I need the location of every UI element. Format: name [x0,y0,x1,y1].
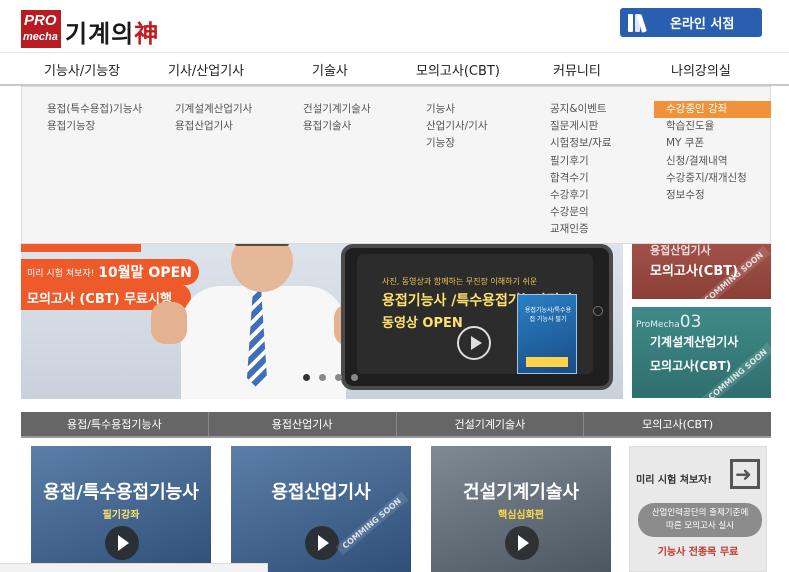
menu-column-engineer: 기계설계산업기사 용접산업기사 [175,101,252,135]
menu-link[interactable]: 용접기술사 [303,118,371,135]
nav-item-craftsman[interactable]: 기능사/기능장 [44,60,120,79]
nav-item-my-classroom[interactable]: 나의강의실 [671,60,731,79]
tab-mock-exam[interactable]: 모의고사(CBT) [584,412,771,436]
bottom-popup-strip [0,563,268,572]
slide-dot[interactable] [319,374,326,381]
slide-indicators [303,374,358,381]
menu-link[interactable]: 신청/결제내역 [654,153,771,170]
course-title: 건설기계기술사 [463,482,579,503]
nav-item-engineer[interactable]: 기사/산업기사 [168,60,244,79]
menu-link[interactable]: 합격수기 [550,170,612,187]
logo-badge: PRO mecha [21,10,61,48]
menu-column-my-classroom: 수강중인 강좌 학습진도율 MY 쿠폰 신청/결제내역 수강중지/재개신청 정보… [654,101,771,204]
category-tabs: 용접/특수용접기능사 용접산업기사 건설기계기술사 모의고사(CBT) [21,412,771,436]
course-card-welding-industrial[interactable]: 용접산업기사 COMMING SOON [231,446,411,572]
promo-card-bottom: 기능사 전종목 무료 [657,547,739,558]
play-icon[interactable] [305,526,339,560]
logo-pro: PRO [24,12,57,29]
textbook-title: 용접기능사/특수용접 기능사 필기 [524,307,572,323]
menu-link[interactable]: 기계설계산업기사 [175,101,252,118]
menu-link[interactable]: 학습진도율 [654,118,771,135]
menu-link[interactable]: 건설기계기술사 [303,101,371,118]
logo-brand: 기계의神 [65,14,159,49]
course-card-construction-machinery[interactable]: 건설기계기술사 핵심심화편 [431,446,611,572]
menu-link[interactable]: 산업기사/기사 [426,118,488,135]
promo-title: 용접산업기사 [650,244,711,257]
menu-column-mock-exam: 기능사 산업기사/기사 기능장 [426,101,488,153]
phone-screen: 사진, 동영상과 함께하는 무진장 이해하기 쉬운 용접기능사 /특수용접기능사… [357,254,593,374]
promo-label: ProMecha03 [636,312,702,332]
menu-link[interactable]: 수강중지/재개신청 [654,170,771,187]
menu-link[interactable]: 기능사 [426,101,488,118]
phone-mockup: 사진, 동영상과 함께하는 무진장 이해하기 쉬운 용접기능사 /특수용접기능사… [341,244,613,390]
promo-mech-design-cbt[interactable]: ProMecha03 기계설계산업기사 모의고사(CBT) COMMING SO… [632,307,771,398]
menu-link[interactable]: 수강문의 [550,204,612,221]
online-store-label: 온라인 서점 [670,17,735,32]
slide-dot[interactable] [335,374,342,381]
menu-link-active[interactable]: 수강중인 강좌 [654,101,771,119]
play-icon[interactable] [105,526,139,560]
promo-card-bubble: 산업인력공단의 출제기준에 따른 모의고사 실시 [638,503,762,537]
slide-dot[interactable] [303,374,310,381]
tab-construction-machinery[interactable]: 건설기계기술사 [397,412,585,436]
tab-welding-craftsman[interactable]: 용접/특수용접기능사 [21,412,209,436]
phone-caption: 사진, 동영상과 함께하는 무진장 이해하기 쉬운 [382,277,538,286]
arrow-exit-icon [730,459,760,489]
bubble-line: 따른 모의고사 실시 [666,521,734,531]
nav-item-professional-engineer[interactable]: 기술사 [312,60,348,79]
nav-item-mock-exam[interactable]: 모의고사(CBT) [416,60,500,79]
mega-menu-dropdown: 용접(특수용접)기능사 용접기능장 기계설계산업기사 용접산업기사 건설기계기술… [21,86,771,244]
menu-link[interactable]: 용접(특수용접)기능사 [47,101,142,118]
menu-link[interactable]: 기능장 [426,135,488,152]
books-icon [628,13,654,33]
menu-link[interactable]: 교재인증 [550,221,612,238]
bubble-line: 산업인력공단의 출제기준에 [651,508,749,518]
menu-column-professional: 건설기계기술사 용접기술사 [303,101,371,135]
menu-link[interactable]: 정보수정 [654,187,771,204]
banner-pill-small: 미리 시험 쳐보자! [27,268,95,279]
promo-card-head: 미리 시험 쳐보자! [636,475,712,486]
site-logo[interactable]: PRO mecha 기계의神 [21,10,171,48]
menu-link[interactable]: 질문게시판 [550,118,612,135]
main-banner[interactable]: 미리 시험 쳐보자! 10월말 OPEN 모의고사 (CBT) 무료시행 사진,… [21,244,623,399]
thumbs-up-icon [151,302,187,344]
menu-link[interactable]: 필기후기 [550,153,612,170]
banner-accent-bar [21,244,141,252]
slide-dot[interactable] [351,374,358,381]
menu-link[interactable]: 시험정보/자료 [550,135,612,152]
promo-title: 기계설계산업기사 [650,335,739,349]
menu-link[interactable]: 용접기능장 [47,118,142,135]
online-store-button[interactable]: 온라인 서점 [620,8,762,37]
menu-column-community: 공지&이벤트 질문게시판 시험정보/자료 필기후기 합격수기 수강후기 수강문의… [550,101,612,239]
tab-welding-industrial[interactable]: 용접산업기사 [209,412,397,436]
course-subtitle: 핵심심화편 [498,510,544,521]
play-icon[interactable] [457,326,491,360]
logo-brand-god: 神 [134,19,160,48]
menu-column-craftsman: 용접(특수용접)기능사 용접기능장 [47,101,142,135]
play-icon[interactable] [505,526,539,560]
course-subtitle: 필기강좌 [102,510,140,521]
course-card-welding-craftsman[interactable]: 용접/특수용접기능사 필기강좌 [31,446,211,572]
logo-mecha: mecha [23,31,58,43]
menu-link[interactable]: 공지&이벤트 [550,101,612,118]
menu-link[interactable]: MY 쿠폰 [654,135,771,152]
promo-subtitle: 모의고사(CBT) [650,359,732,373]
mock-exam-promo-card[interactable]: 미리 시험 쳐보자! 산업인력공단의 출제기준에 따른 모의고사 실시 기능사 … [629,446,767,572]
menu-link[interactable]: 용접산업기사 [175,118,252,135]
course-title: 용접/특수용접기능사 [43,482,199,503]
logo-brand-main: 기계의 [65,19,135,48]
main-nav: 기능사/기능장 기사/산업기사 기술사 모의고사(CBT) 커뮤니티 나의강의실 [0,52,789,86]
menu-link[interactable]: 수강후기 [550,187,612,204]
phone-home-button [593,306,603,316]
category-divider [21,436,771,438]
phone-subtitle: 동영상 OPEN [382,316,463,331]
textbook-cover: 용접기능사/특수용접 기능사 필기 [517,294,577,374]
nav-item-community[interactable]: 커뮤니티 [553,60,601,79]
course-title: 용접산업기사 [271,482,371,503]
promo-welding-industrial-cbt[interactable]: 용접산업기사 모의고사(CBT) COMMING SOON [632,244,771,299]
